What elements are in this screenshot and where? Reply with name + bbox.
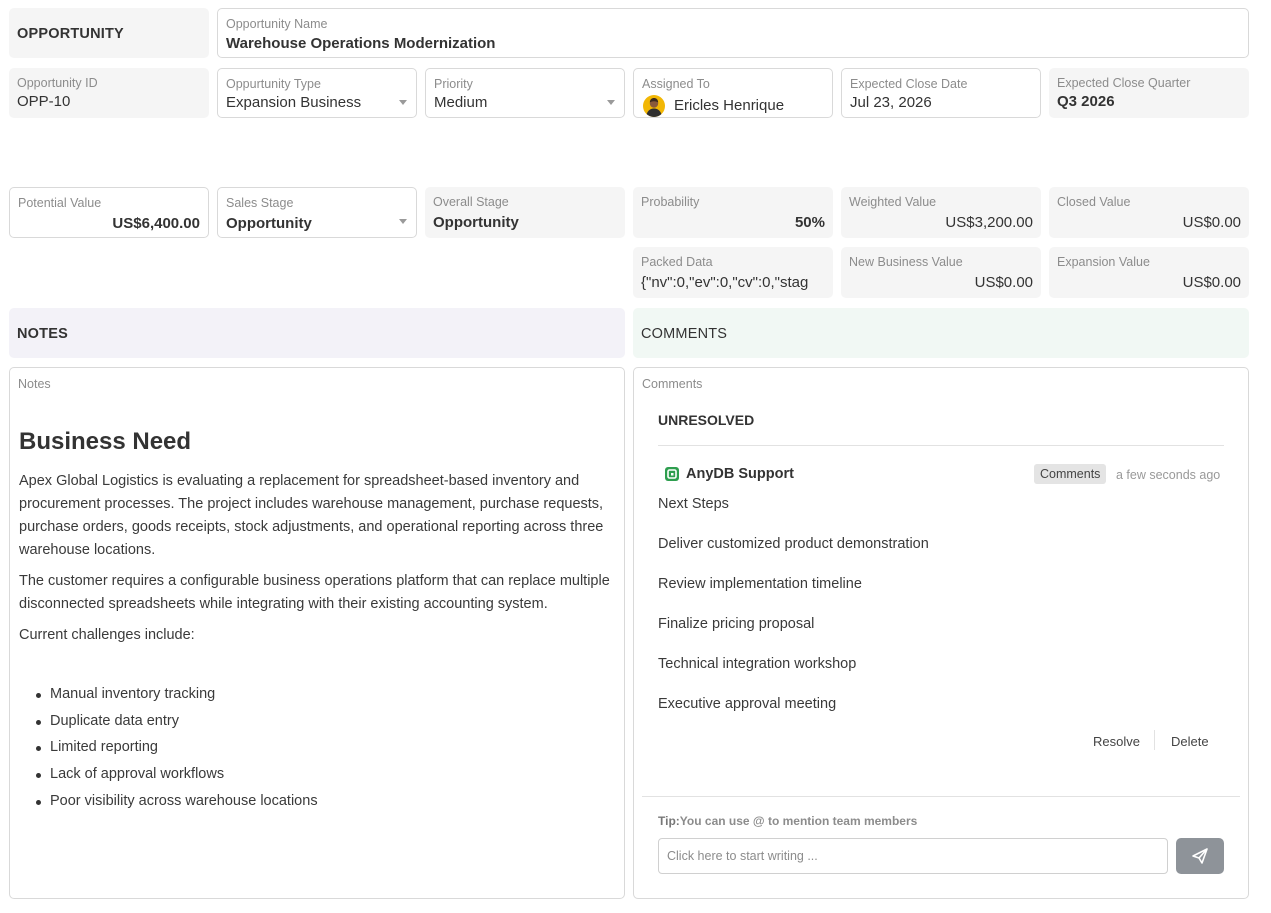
sales-stage-select[interactable]: Sales Stage Opportunity (217, 187, 417, 238)
closed-value-field: Closed Value US$0.00 (1049, 187, 1249, 238)
potential-value-amount: US$6,400.00 (112, 215, 200, 232)
expansion-value-amount: US$0.00 (1182, 274, 1241, 291)
list-item: Poor visibility across warehouse locatio… (36, 788, 614, 815)
closed-value-label: Closed Value (1057, 195, 1131, 209)
chevron-down-icon (399, 100, 407, 105)
assigned-to-value: Ericles Henrique (674, 97, 785, 114)
comment-author: AnyDB Support (686, 466, 794, 482)
closed-value-amount: US$0.00 (1182, 214, 1241, 231)
overall-stage-value: Opportunity (433, 214, 519, 231)
tip-text: Tip:You can use @ to mention team member… (658, 814, 917, 828)
potential-value-field[interactable]: Potential Value US$6,400.00 (9, 187, 209, 238)
unresolved-group-title: UNRESOLVED (658, 412, 755, 428)
notes-section-title: NOTES (17, 326, 68, 342)
opportunity-name-value: Warehouse Operations Modernization (226, 35, 496, 52)
notes-field-label: Notes (18, 377, 51, 391)
expected-close-quarter-field: Expected Close Quarter Q3 2026 (1049, 68, 1249, 118)
opportunity-type-label: Oppurtunity Type (226, 77, 321, 91)
comments-panel: Comments UNRESOLVED AnyDB Support Commen… (633, 367, 1249, 899)
notes-content: Business Need Apex Global Logistics is e… (19, 428, 614, 815)
opportunity-id-label: Opportunity ID (17, 76, 98, 90)
sales-stage-value: Opportunity (226, 215, 312, 232)
send-icon (1192, 848, 1208, 864)
tip-prefix: Tip: (658, 814, 680, 828)
tip-body: You can use @ to mention team members (679, 814, 918, 828)
chevron-down-icon (607, 100, 615, 105)
probability-label: Probability (641, 195, 700, 209)
opportunity-section-header: OPPORTUNITY (9, 8, 209, 58)
list-item: Duplicate data entry (36, 708, 614, 735)
expected-close-quarter-label: Expected Close Quarter (1057, 76, 1191, 90)
potential-value-label: Potential Value (18, 196, 102, 210)
comment-tag-badge: Comments (1034, 464, 1107, 484)
opportunity-type-select[interactable]: Oppurtunity Type Expansion Business (217, 68, 417, 118)
divider (658, 445, 1224, 446)
new-business-value-amount: US$0.00 (974, 274, 1033, 291)
divider (1154, 730, 1155, 750)
opportunity-section-title: OPPORTUNITY (17, 26, 124, 42)
notes-paragraph: Current challenges include: (19, 627, 195, 643)
expected-close-date-value: Jul 23, 2026 (850, 94, 932, 111)
resolve-button[interactable]: Resolve (1093, 734, 1140, 749)
priority-value: Medium (434, 94, 488, 111)
notes-paragraph: Apex Global Logistics is evaluating a re… (19, 473, 604, 558)
packed-data-value: {"nv":0,"ev":0,"cv":0,"stag (641, 274, 809, 291)
comment-input[interactable] (658, 838, 1168, 874)
comment-line: Executive approval meeting (658, 696, 837, 712)
delete-button[interactable]: Delete (1171, 734, 1209, 749)
weighted-value-label: Weighted Value (849, 195, 937, 209)
notes-paragraph: The customer requires a configurable bus… (19, 573, 610, 612)
expected-close-date-label: Expected Close Date (850, 77, 968, 91)
comment-line: Deliver customized product demonstration (658, 536, 929, 552)
comments-section-title: COMMENTS (641, 326, 728, 342)
weighted-value-field: Weighted Value US$3,200.00 (841, 187, 1041, 238)
opportunity-name-label: Opportunity Name (226, 17, 328, 31)
notes-heading: Business Need (19, 428, 192, 455)
opportunity-name-field[interactable]: Opportunity Name Warehouse Operations Mo… (217, 8, 1249, 58)
packed-data-field: Packed Data {"nv":0,"ev":0,"cv":0,"stag (633, 247, 833, 298)
list-item: Manual inventory tracking (36, 681, 614, 708)
probability-field: Probability 50% (633, 187, 833, 238)
weighted-value-amount: US$3,200.00 (945, 214, 1033, 231)
anydb-logo-icon (664, 466, 680, 482)
new-business-value-label: New Business Value (849, 255, 963, 269)
comments-section-header: COMMENTS (633, 308, 1249, 358)
divider (642, 796, 1240, 797)
list-item: Lack of approval workflows (36, 761, 614, 788)
packed-data-label: Packed Data (641, 255, 713, 269)
priority-select[interactable]: Priority Medium (425, 68, 625, 118)
opportunity-type-value: Expansion Business (226, 94, 362, 111)
expected-close-quarter-value: Q3 2026 (1057, 93, 1115, 110)
comment-timestamp: a few seconds ago (1116, 468, 1221, 482)
new-business-value-field: New Business Value US$0.00 (841, 247, 1041, 298)
assigned-to-label: Assigned To (642, 77, 710, 91)
comment-line: Next Steps (658, 496, 729, 512)
probability-value: 50% (794, 214, 825, 231)
chevron-down-icon (399, 219, 407, 224)
avatar (643, 95, 665, 117)
expected-close-date-field[interactable]: Expected Close Date Jul 23, 2026 (841, 68, 1041, 118)
comments-field-label: Comments (642, 377, 703, 391)
notes-section-header: NOTES (9, 308, 625, 358)
challenges-list: Manual inventory tracking Duplicate data… (19, 681, 614, 815)
expansion-value-label: Expansion Value (1057, 255, 1150, 269)
sales-stage-label: Sales Stage (226, 196, 294, 210)
notes-editor[interactable]: Notes Business Need Apex Global Logistic… (9, 367, 625, 899)
send-button[interactable] (1176, 838, 1224, 874)
overall-stage-label: Overall Stage (433, 195, 509, 209)
list-item: Limited reporting (36, 734, 614, 761)
priority-label: Priority (434, 77, 473, 91)
comment-line: Technical integration workshop (658, 656, 857, 672)
comment-line: Finalize pricing proposal (658, 616, 815, 632)
opportunity-id-value: OPP-10 (17, 93, 71, 110)
expansion-value-field: Expansion Value US$0.00 (1049, 247, 1249, 298)
opportunity-id-field: Opportunity ID OPP-10 (9, 68, 209, 118)
overall-stage-field: Overall Stage Opportunity (425, 187, 625, 238)
assigned-to-field[interactable]: Assigned To Ericles Henrique (633, 68, 833, 118)
comment-line: Review implementation timeline (658, 576, 862, 592)
